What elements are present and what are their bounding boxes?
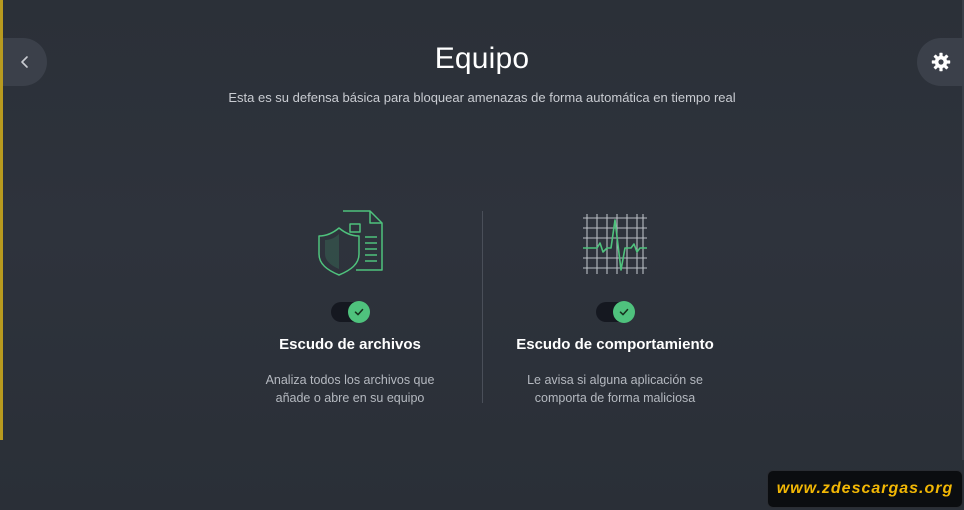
file-shield-description: Analiza todos los archivos que añade o a… bbox=[265, 373, 435, 405]
check-icon bbox=[354, 308, 364, 316]
behavior-shield-title: Escudo de comportamiento bbox=[516, 336, 714, 353]
file-shield-toggle[interactable] bbox=[331, 301, 370, 323]
check-icon bbox=[619, 308, 629, 316]
file-shield-title: Escudo de archivos bbox=[279, 336, 421, 353]
watermark-badge: www.zdescargas.org bbox=[767, 470, 963, 508]
behavior-shield-card: Escudo de comportamiento Le avisa si alg… bbox=[485, 208, 745, 407]
page-subtitle: Esta es su defensa básica para bloquear … bbox=[228, 90, 736, 105]
file-shield-card: Escudo de archivos Analiza todos los arc… bbox=[220, 208, 480, 407]
file-shield-icon bbox=[318, 210, 383, 276]
toggle-check-knob bbox=[613, 301, 635, 323]
card-divider bbox=[482, 211, 483, 403]
page-title: Equipo bbox=[434, 42, 530, 75]
toggle-check-knob bbox=[348, 301, 370, 323]
behavior-shield-description: Le avisa si alguna aplicación se comport… bbox=[527, 373, 703, 405]
behavior-shield-toggle[interactable] bbox=[596, 301, 635, 323]
heartbeat-grid-icon bbox=[583, 214, 647, 274]
main-panel: Equipo Esta es su defensa básica para bl… bbox=[0, 0, 964, 510]
